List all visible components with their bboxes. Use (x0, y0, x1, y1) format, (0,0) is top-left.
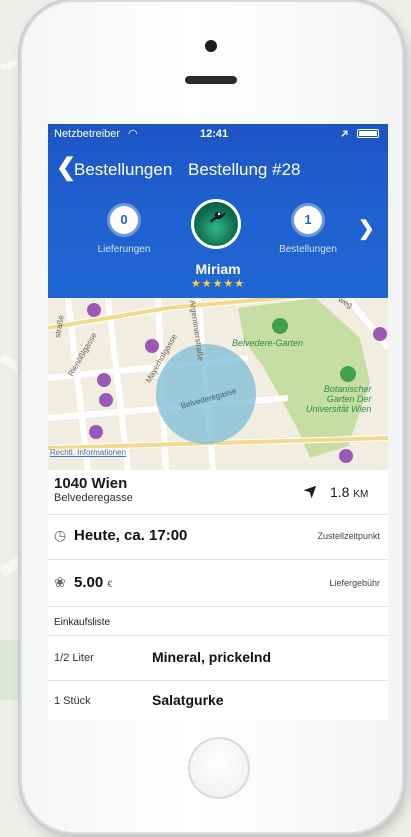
page-title: Bestellung #28 (188, 160, 301, 179)
item-name: Mineral, prickelnd (152, 649, 272, 665)
navigation-arrow-icon[interactable]: ➤ (299, 478, 325, 504)
park-label-botanic: Botanischer Garten Der Universität Wien (306, 384, 372, 414)
delivery-time-label: Zustellzeitpunkt (317, 531, 380, 541)
delivery-fee-row[interactable]: ❀ 5.00 € Liefergebühr (48, 560, 388, 607)
earpiece-speaker (185, 76, 237, 84)
delivery-time: Heute, ca. 17:00 (74, 527, 188, 544)
item-name: Salatgurke (152, 692, 224, 708)
orders-count[interactable]: 1 (294, 206, 322, 234)
deliveries-label: Lieferungen (97, 244, 151, 255)
back-button[interactable]: Bestellungen (74, 160, 172, 180)
home-button[interactable] (188, 737, 250, 799)
legal-info-link[interactable]: Rechtl. Informationen (50, 448, 127, 457)
courier-name: Miriam (195, 261, 241, 277)
status-bar: Netzbetreiber ◠ 12:41 ➔ (48, 124, 388, 144)
address-street: Belvederegasse (54, 492, 133, 504)
chevron-right-icon[interactable]: ❯ (358, 216, 375, 241)
delivery-fee-label: Liefergebühr (329, 578, 380, 588)
mute-switch (18, 122, 21, 142)
address-bar: 1040 Wien Belvederegasse ➤ 1.8 KM (48, 470, 388, 515)
shopping-list-title: Einkaufsliste (54, 617, 111, 628)
clock-icon: ◷ (54, 527, 67, 543)
front-camera (205, 40, 217, 52)
park-label-belvedere: Belvedere-Garten (232, 338, 304, 348)
volume-up-button (18, 162, 21, 196)
location-services-icon: ➔ (337, 126, 353, 142)
item-quantity: 1/2 Liter (54, 652, 94, 664)
wifi-icon: ◠ (128, 128, 138, 140)
shopping-list-header: Einkaufsliste (48, 607, 388, 636)
item-quantity: 1 Stück (54, 695, 91, 707)
status-time: 12:41 (200, 128, 229, 140)
piggy-bank-icon: ❀ (54, 574, 66, 590)
orders-label: Bestellungen (279, 244, 337, 255)
app-screen: Netzbetreiber ◠ 12:41 ➔ ❮ Bestellungen B… (48, 124, 388, 720)
map-view[interactable]: straße Rienößlgasse Mayerhofgasse Argent… (48, 298, 388, 470)
courier-header: Netzbetreiber ◠ 12:41 ➔ ❮ Bestellungen B… (48, 124, 388, 298)
navigation-bar: ❮ Bestellungen Bestellung #28 (48, 154, 388, 186)
deliveries-count[interactable]: 0 (110, 206, 138, 234)
list-item[interactable]: 1 Stück Salatgurke (48, 681, 388, 720)
battery-icon (357, 129, 379, 138)
diver-figure-icon (210, 211, 226, 223)
delivery-fee: 5.00 € (74, 574, 113, 591)
carrier-name: Netzbetreiber (54, 128, 121, 140)
list-item[interactable]: 1/2 Liter Mineral, prickelnd (48, 636, 388, 681)
volume-down-button (18, 206, 21, 240)
address-city: 1040 Wien (54, 475, 128, 492)
park-pin-botanic (340, 366, 356, 382)
distance-value: 1.8 KM (330, 484, 369, 500)
courier-avatar[interactable] (191, 199, 241, 249)
park-pin-belvedere (272, 318, 288, 334)
rating-stars: ★★★★★ (190, 278, 246, 290)
delivery-time-row[interactable]: ◷ Heute, ca. 17:00 Zustellzeitpunkt (48, 515, 388, 560)
